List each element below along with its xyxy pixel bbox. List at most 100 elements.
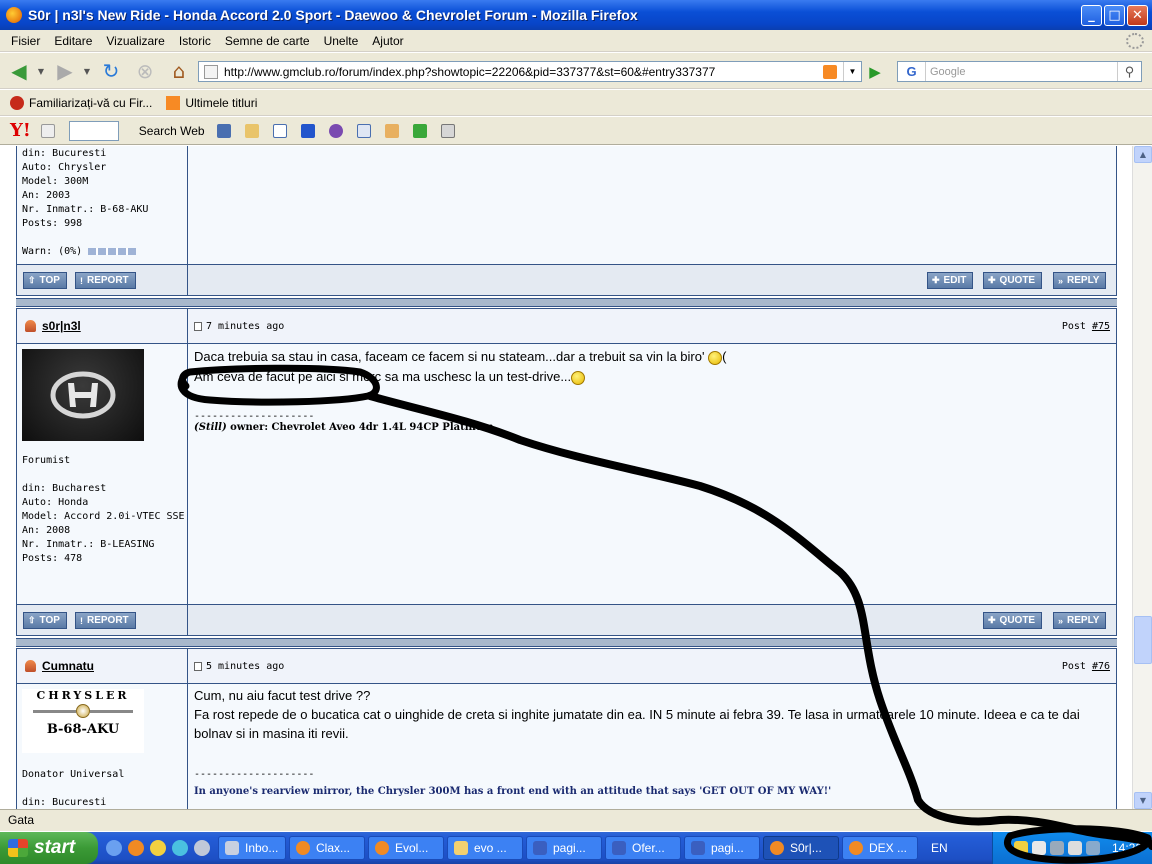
post-number: Post #75 (1061, 321, 1110, 332)
search-icon[interactable]: ⚲ (1117, 62, 1141, 81)
post-header-75: s0r|n3l 7 minutes ago Post #75 (16, 308, 1117, 344)
edit-button[interactable]: ✚ EDIT (927, 272, 974, 289)
top-button[interactable]: ⇧ TOP (23, 272, 67, 289)
firefox-quicklaunch-icon[interactable] (128, 840, 144, 856)
menu-editare[interactable]: Editare (47, 34, 99, 48)
taskbar-item[interactable]: Inbo... (218, 836, 286, 860)
tray-icon[interactable] (1049, 841, 1064, 855)
quote-button[interactable]: ✚ QUOTE (983, 272, 1043, 289)
post-actions-previous: ⇧ TOP ! REPORT ✚ EDIT ✚ QUOTE » REPLY (16, 264, 1117, 296)
app-icon[interactable] (172, 840, 188, 856)
menu-vizualizare[interactable]: Vizualizare (99, 34, 171, 48)
home-button[interactable]: ⌂ (166, 58, 192, 84)
post-number-link[interactable]: #76 (1092, 661, 1110, 672)
window-titlebar[interactable]: S0r | n3l's New Ride - Honda Accord 2.0 … (0, 0, 1152, 30)
quote-button[interactable]: ✚ QUOTE (983, 612, 1043, 629)
app-icon-2[interactable] (194, 840, 210, 856)
post-text-line-2: Fa rost repede de o bucatica cat o uingh… (194, 707, 1080, 741)
taskbar-item[interactable]: pagi... (526, 836, 602, 860)
taskbar-item[interactable]: Ofer... (605, 836, 681, 860)
user-profile-75: Forumist din: Bucharest Auto: Honda Mode… (17, 344, 188, 604)
post-number-link[interactable]: #75 (1092, 321, 1110, 332)
pencil-icon[interactable] (40, 123, 55, 138)
start-button[interactable]: start (0, 832, 98, 864)
language-indicator[interactable]: EN (931, 841, 948, 855)
reply-button[interactable]: » REPLY (1053, 272, 1107, 289)
rss-feed-icon[interactable] (823, 64, 837, 79)
post-doc-icon (194, 322, 202, 331)
url-history-dropdown[interactable]: ▼ (843, 62, 861, 81)
yahoo-logo-icon[interactable]: Y! (10, 120, 31, 141)
page-content: din: Bucuresti Auto: Chrysler Model: 300… (0, 146, 1132, 809)
yahoo-search-input[interactable] (68, 120, 119, 141)
user-icon (25, 660, 36, 672)
post-actions-75: ⇧ TOP ! REPORT ✚ QUOTE » REPLY (16, 604, 1117, 636)
rss-icon (166, 95, 181, 110)
bookmark-latest-headlines[interactable]: Ultimele titluri (166, 95, 257, 110)
post-body-75: Daca trebuia sa stau in casa, faceam ce … (188, 344, 1116, 604)
minimize-button[interactable]: _ (1081, 5, 1102, 26)
search-web-button[interactable]: Search Web (139, 124, 205, 138)
post-76: CHRYSLER B-68-AKU Donator Universal din:… (16, 684, 1117, 809)
taskbar-item[interactable]: Clax... (289, 836, 365, 860)
ie-icon[interactable] (106, 840, 122, 856)
search-bar[interactable]: G Google ⚲ (897, 61, 1142, 82)
system-tray: 14:22 (992, 832, 1152, 864)
back-button[interactable]: ◀ (6, 58, 32, 84)
bookmark-getting-started[interactable]: Familiarizați-vă cu Fir... (10, 95, 152, 110)
report-button[interactable]: ! REPORT (75, 272, 136, 289)
scroll-down-button[interactable]: ▼ (1134, 792, 1152, 809)
network-icon[interactable] (1085, 841, 1100, 855)
menu-istoric[interactable]: Istoric (172, 34, 218, 48)
messenger-icon[interactable] (150, 840, 166, 856)
avatar (22, 349, 144, 441)
yahoo-toolbar: Y! Search Web (0, 117, 1152, 145)
taskbar-item[interactable]: Evol... (368, 836, 444, 860)
search-input[interactable]: Google (926, 66, 1117, 78)
taskbar-item[interactable]: evo ... (447, 836, 523, 860)
menu-unelte[interactable]: Unelte (317, 34, 366, 48)
highlight-icon[interactable] (244, 123, 259, 138)
username-link[interactable]: Cumnatu (25, 659, 94, 673)
google-engine-icon[interactable]: G (898, 62, 926, 81)
url-bar[interactable]: http://www.gmclub.ro/forum/index.php?sho… (198, 61, 862, 82)
volume-icon[interactable] (1067, 841, 1082, 855)
warn-level: Warn: (0%) (22, 245, 182, 259)
post-body-previous (188, 146, 1116, 264)
menu-fisier[interactable]: Fisier (4, 34, 47, 48)
forward-dropdown-icon[interactable]: ▼ (82, 58, 92, 84)
exit-icon[interactable] (440, 123, 455, 138)
bookmarks-icon[interactable] (356, 123, 371, 138)
report-button[interactable]: ! REPORT (75, 612, 136, 629)
maximize-button[interactable]: □ (1104, 5, 1125, 26)
reply-button[interactable]: » REPLY (1053, 612, 1107, 629)
page-icon (204, 64, 218, 79)
tray-icon[interactable] (1013, 841, 1028, 855)
answers-icon[interactable] (412, 123, 427, 138)
username-link[interactable]: s0r|n3l (25, 319, 81, 333)
shield-icon[interactable] (216, 123, 231, 138)
sad-smiley-icon (708, 350, 723, 365)
scroll-thumb[interactable] (1134, 616, 1152, 664)
hand-icon[interactable] (384, 123, 399, 138)
stop-button[interactable]: ⊗ (132, 58, 158, 84)
menu-semne-de-carte[interactable]: Semne de carte (218, 34, 317, 48)
add-icon[interactable] (300, 123, 315, 138)
taskbar-item[interactable]: pagi... (684, 836, 760, 860)
menu-ajutor[interactable]: Ajutor (365, 34, 410, 48)
mail-icon[interactable] (272, 123, 287, 138)
forward-button[interactable]: ▶ (52, 58, 78, 84)
taskbar-item[interactable]: DEX ... (842, 836, 918, 860)
scroll-up-button[interactable]: ▲ (1134, 146, 1152, 163)
vertical-scrollbar[interactable]: ▲ ▼ (1132, 146, 1152, 809)
top-button[interactable]: ⇧ TOP (23, 612, 67, 629)
tray-icon[interactable] (1031, 841, 1046, 855)
warn-bar (88, 247, 137, 255)
reload-button[interactable]: ↻ (98, 58, 124, 84)
go-button[interactable]: ▶ (866, 63, 884, 81)
my-yahoo-icon[interactable] (328, 123, 343, 138)
post-text-line-1: Daca trebuia sa stau in casa, faceam ce … (194, 349, 727, 365)
taskbar-item-active[interactable]: S0r|... (763, 836, 839, 860)
close-button[interactable]: ✕ (1127, 5, 1148, 26)
back-dropdown-icon[interactable]: ▼ (36, 58, 46, 84)
